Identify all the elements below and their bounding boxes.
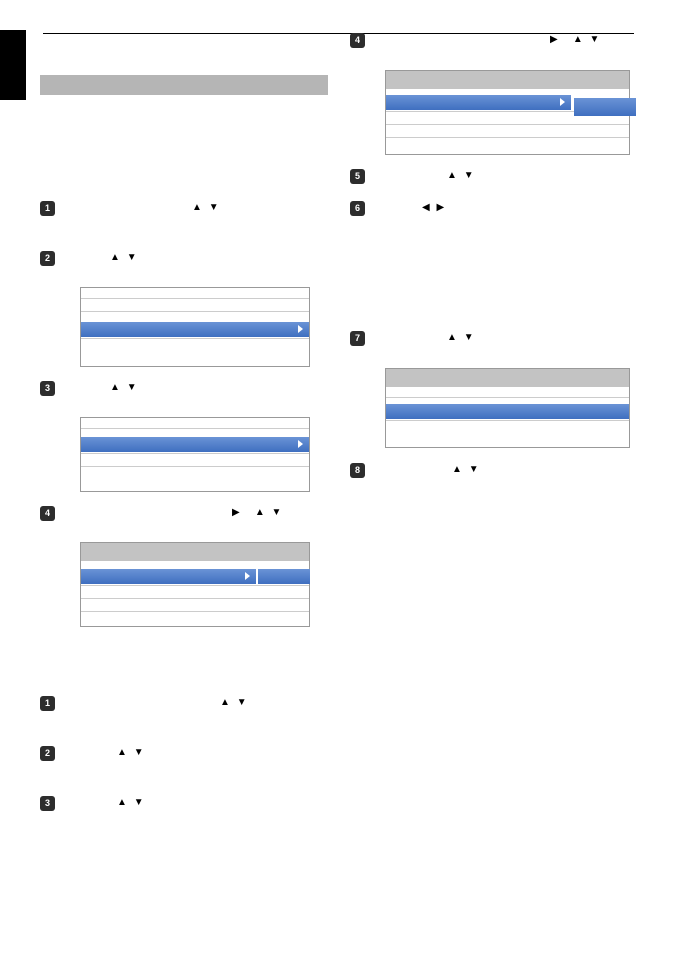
up-icon: ▲ <box>220 697 230 708</box>
step-5: 5 <box>350 168 365 186</box>
selected-row[interactable] <box>81 322 309 337</box>
right-icon: ▶ <box>232 507 240 518</box>
badge-1: 1 <box>40 696 55 711</box>
badge-4: 4 <box>40 506 55 521</box>
panel-r1 <box>385 70 630 155</box>
arrows-up-down[interactable]: ▲ ▼ <box>115 747 146 758</box>
selected-row[interactable] <box>81 569 256 584</box>
chevron-right-icon <box>245 572 250 580</box>
down-icon: ▼ <box>127 382 137 393</box>
step-1b: 1 <box>40 695 55 713</box>
badge-8: 8 <box>350 463 365 478</box>
down-icon: ▼ <box>127 252 137 263</box>
arrows-up-down[interactable]: ▲ ▼ <box>445 170 476 181</box>
arrows-right-up-down[interactable]: ▶ ▲ ▼ <box>230 507 283 518</box>
down-icon: ▼ <box>464 170 474 181</box>
flyout-item[interactable] <box>258 569 310 584</box>
step-3: 3 <box>40 380 55 398</box>
badge-1: 1 <box>40 201 55 216</box>
step-1: 1 <box>40 200 55 218</box>
up-icon: ▲ <box>117 747 127 758</box>
panel-r2 <box>385 368 630 448</box>
badge-3: 3 <box>40 381 55 396</box>
selected-row[interactable] <box>81 437 309 452</box>
down-icon: ▼ <box>272 507 282 518</box>
right-icon: ▶ <box>550 34 558 45</box>
step-4r: 4 <box>350 32 365 50</box>
arrows-up-down[interactable]: ▲ ▼ <box>445 332 476 343</box>
arrows-up-down[interactable]: ▲ ▼ <box>218 697 249 708</box>
flyout-item[interactable] <box>574 98 636 116</box>
panel-3 <box>80 542 310 627</box>
arrows-left-right[interactable]: ◀ ▶ <box>420 202 446 213</box>
up-icon: ▲ <box>192 202 202 213</box>
step-4: 4 <box>40 505 55 523</box>
badge-5: 5 <box>350 169 365 184</box>
arrows-up-down[interactable]: ▲ ▼ <box>108 252 139 263</box>
left-icon: ◀ <box>422 202 430 213</box>
up-icon: ▲ <box>110 382 120 393</box>
panel-2 <box>80 417 310 492</box>
step-6: 6 <box>350 200 365 218</box>
arrows-right-up-down[interactable]: ▶ ▲ ▼ <box>548 34 601 45</box>
arrows-up-down[interactable]: ▲ ▼ <box>115 797 146 808</box>
chevron-right-icon <box>298 325 303 333</box>
up-icon: ▲ <box>573 34 583 45</box>
page-tab <box>0 30 26 100</box>
badge-3: 3 <box>40 796 55 811</box>
up-icon: ▲ <box>255 507 265 518</box>
down-icon: ▼ <box>209 202 219 213</box>
selected-row[interactable] <box>386 95 571 110</box>
up-icon: ▲ <box>447 170 457 181</box>
badge-2: 2 <box>40 746 55 761</box>
panel-header <box>81 543 309 561</box>
panel-header <box>386 71 629 89</box>
arrows-up-down[interactable]: ▲ ▼ <box>190 202 221 213</box>
badge-7: 7 <box>350 331 365 346</box>
step-3b: 3 <box>40 795 55 813</box>
up-icon: ▲ <box>447 332 457 343</box>
step-2b: 2 <box>40 745 55 763</box>
down-icon: ▼ <box>590 34 600 45</box>
chevron-right-icon <box>560 98 565 106</box>
badge-4: 4 <box>350 33 365 48</box>
badge-6: 6 <box>350 201 365 216</box>
down-icon: ▼ <box>469 464 479 475</box>
arrows-up-down[interactable]: ▲ ▼ <box>108 382 139 393</box>
up-icon: ▲ <box>452 464 462 475</box>
up-icon: ▲ <box>110 252 120 263</box>
arrows-up-down[interactable]: ▲ ▼ <box>450 464 481 475</box>
panel-header <box>386 369 629 387</box>
down-icon: ▼ <box>134 797 144 808</box>
section-strip <box>40 75 328 95</box>
selected-row[interactable] <box>386 404 629 419</box>
panel-1 <box>80 287 310 367</box>
step-8: 8 <box>350 462 365 480</box>
badge-2: 2 <box>40 251 55 266</box>
down-icon: ▼ <box>134 747 144 758</box>
step-7: 7 <box>350 330 365 348</box>
right-icon: ▶ <box>436 202 444 213</box>
step-2: 2 <box>40 250 55 268</box>
top-rule <box>43 33 634 34</box>
up-icon: ▲ <box>117 797 127 808</box>
down-icon: ▼ <box>464 332 474 343</box>
down-icon: ▼ <box>237 697 247 708</box>
chevron-right-icon <box>298 440 303 448</box>
